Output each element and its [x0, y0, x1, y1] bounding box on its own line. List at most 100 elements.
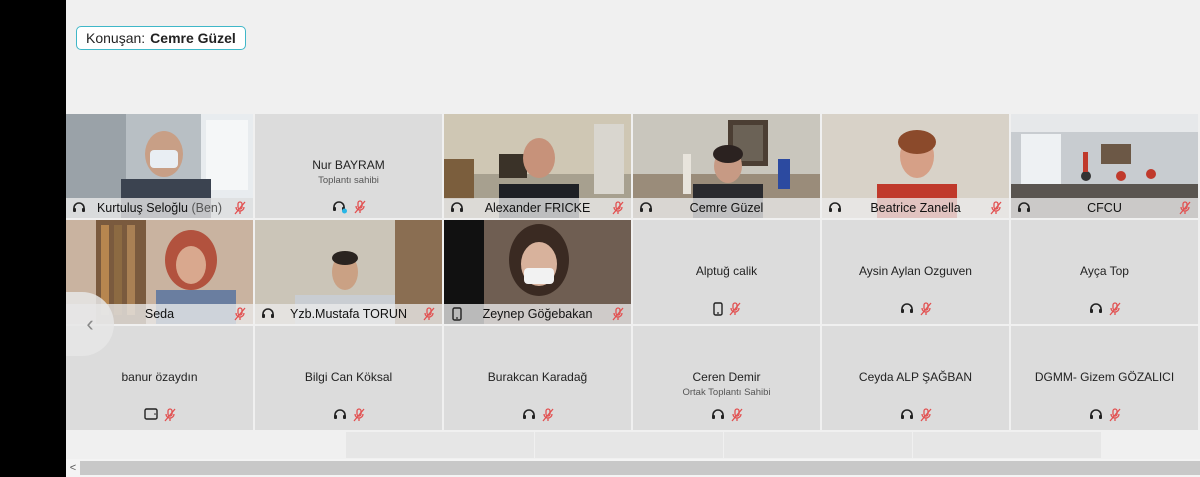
participant-name: banur özaydın — [121, 370, 198, 384]
partial-tile — [913, 432, 1103, 458]
participant-tile-cemre[interactable]: Cemre Güzel — [633, 114, 820, 218]
participant-tile-ceren[interactable]: Ceren Demir Ortak Toplantı Sahibi — [633, 326, 820, 430]
tile-status-icons — [1011, 408, 1198, 422]
phone-icon — [450, 307, 464, 321]
participant-name: Aysin Aylan Ozguven — [859, 264, 972, 278]
participant-name: Bilgi Can Köksal — [304, 370, 393, 384]
headset-icon — [828, 201, 842, 215]
scroll-left-icon: < — [69, 462, 77, 474]
participant-name: Kurtuluş Seloğlu — [96, 201, 188, 215]
participant-name: Ceyda ALP ŞAĞBAN — [858, 370, 973, 384]
partial-tile — [346, 432, 536, 458]
headset-icon — [711, 408, 725, 422]
participant-tile-kurtulus[interactable]: Kurtuluş Seloğlu (Ben) — [66, 114, 253, 218]
participant-name: Nur BAYRAM — [312, 158, 385, 172]
mic-muted-icon — [611, 201, 625, 215]
mic-muted-icon — [731, 408, 743, 422]
tablet-icon — [143, 408, 158, 422]
phone-icon — [712, 302, 723, 316]
mic-muted-icon — [1109, 302, 1121, 316]
mic-muted-icon — [920, 302, 932, 316]
tile-caption: Zeynep Göğebakan — [444, 304, 631, 324]
chevron-left-icon: ‹ — [86, 311, 94, 336]
participant-name: DGMM- Gizem GÖZALICI — [1034, 370, 1175, 384]
tile-status-icons — [822, 302, 1009, 316]
tile-caption: Alexander FRICKE — [444, 198, 631, 218]
partial-tile — [724, 432, 914, 458]
participant-tile-cfcu[interactable]: CFCU — [1011, 114, 1198, 218]
participant-tile-aysin[interactable]: Aysin Aylan Ozguven — [822, 220, 1009, 324]
active-speaker-indicator: Konuşan: Cemre Güzel — [76, 26, 246, 50]
headset-icon — [261, 307, 275, 321]
participant-name: Zeynep Göğebakan — [482, 307, 593, 321]
participant-tile-ayca[interactable]: Ayça Top — [1011, 220, 1198, 324]
scroll-left-button[interactable]: < — [66, 459, 80, 477]
mic-muted-icon — [233, 307, 247, 321]
participant-name: Yzb.Mustafa TORUN — [290, 307, 407, 321]
headset-icon — [522, 408, 536, 422]
tile-status-icons — [633, 302, 820, 316]
self-suffix: (Ben) — [191, 201, 223, 215]
participant-tile-alexander[interactable]: Alexander FRICKE — [444, 114, 631, 218]
participant-name: Ayça Top — [1080, 264, 1129, 278]
tile-caption: Beatrice Zanella — [822, 198, 1009, 218]
left-edge — [0, 0, 66, 477]
participant-name: Beatrice Zanella — [870, 201, 961, 215]
mic-muted-icon — [1109, 408, 1121, 422]
headset-icon — [450, 201, 464, 215]
headset-icon — [1089, 302, 1103, 316]
mic-muted-icon — [729, 302, 741, 316]
tile-status-icons — [633, 408, 820, 422]
participant-tile-zeynep[interactable]: Zeynep Göğebakan — [444, 220, 631, 324]
mic-muted-icon — [989, 201, 1003, 215]
participant-name: Burakcan Karadağ — [487, 370, 588, 384]
speaker-label: Konuşan: — [86, 30, 146, 46]
mic-muted-icon — [1178, 201, 1192, 215]
headset-icon — [639, 201, 653, 215]
tile-status-icons — [444, 408, 631, 422]
mic-muted-icon — [542, 408, 554, 422]
participant-name: Cemre Güzel — [689, 201, 764, 215]
headset-icon — [900, 302, 914, 316]
scrollbar-thumb[interactable] — [80, 461, 1200, 475]
tile-status-icons — [255, 408, 442, 422]
tile-status-icons — [66, 408, 253, 422]
mic-muted-icon — [353, 408, 365, 422]
partial-tile — [535, 432, 725, 458]
tile-caption: Yzb.Mustafa TORUN — [255, 304, 442, 324]
participant-tile-alptug[interactable]: Alptuğ calik — [633, 220, 820, 324]
participant-tile-ceyda[interactable]: Ceyda ALP ŞAĞBAN — [822, 326, 1009, 430]
participant-role: Toplantı sahibi — [318, 175, 379, 186]
participant-name: Alptuğ calik — [695, 264, 758, 278]
headset-icon — [900, 408, 914, 422]
headset-connected-icon — [332, 200, 348, 214]
participant-tile-burakcan[interactable]: Burakcan Karadağ — [444, 326, 631, 430]
tile-status-icons — [1011, 302, 1198, 316]
tile-caption: Kurtuluş Seloğlu (Ben) — [66, 198, 253, 218]
participant-tile-beatrice[interactable]: Beatrice Zanella — [822, 114, 1009, 218]
participant-tile-gizem[interactable]: DGMM- Gizem GÖZALICI — [1011, 326, 1198, 430]
headset-icon — [333, 408, 347, 422]
participant-tile-nur[interactable]: Nur BAYRAM Toplantı sahibi — [255, 114, 442, 218]
mic-muted-icon — [611, 307, 625, 321]
participant-name: CFCU — [1087, 201, 1122, 215]
participant-name: Alexander FRICKE — [484, 201, 591, 215]
mic-muted-icon — [422, 307, 436, 321]
tile-caption: CFCU — [1011, 198, 1198, 218]
mic-muted-icon — [354, 200, 366, 214]
headset-icon — [1017, 201, 1031, 215]
tile-status-icons — [822, 408, 1009, 422]
mic-muted-icon — [164, 408, 176, 422]
speaker-name: Cemre Güzel — [150, 30, 236, 46]
participant-name: Ceren Demir — [692, 370, 761, 384]
horizontal-scrollbar[interactable]: < — [66, 459, 1200, 477]
next-row-preview — [66, 432, 1200, 458]
participant-role: Ortak Toplantı Sahibi — [682, 387, 771, 398]
participant-tile-bilgi[interactable]: Bilgi Can Köksal — [255, 326, 442, 430]
participant-tile-mustafa[interactable]: Yzb.Mustafa TORUN — [255, 220, 442, 324]
mic-muted-icon — [233, 201, 247, 215]
mic-muted-icon — [920, 408, 932, 422]
tile-status-icons — [255, 200, 442, 214]
headset-icon — [72, 201, 86, 215]
